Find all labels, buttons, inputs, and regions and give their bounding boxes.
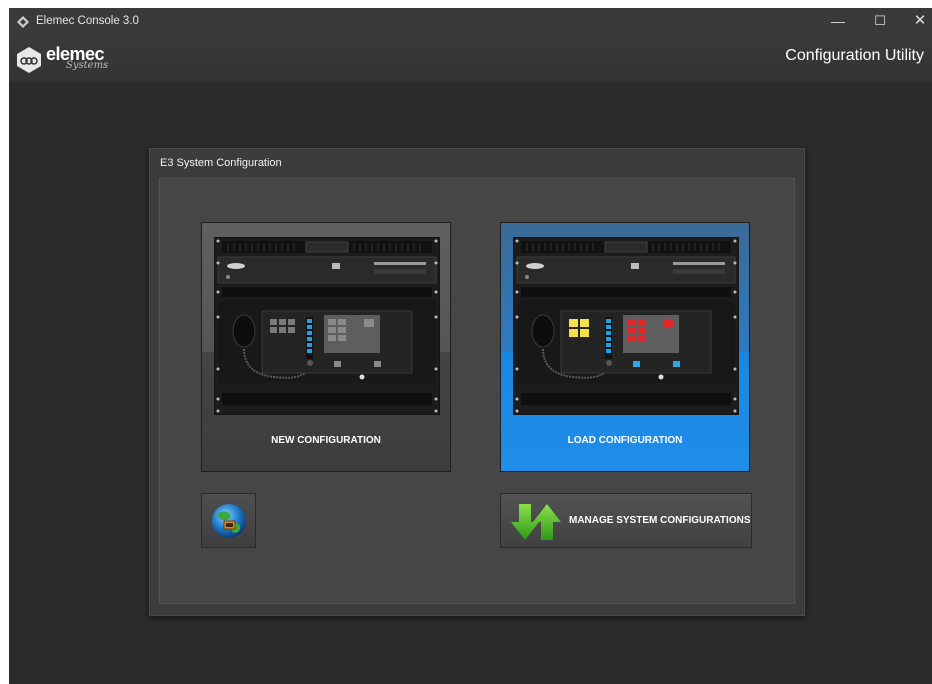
network-settings-button[interactable] [201, 493, 256, 548]
logo-badge-icon [17, 47, 41, 73]
page-title: Configuration Utility [785, 47, 924, 64]
panel-title: E3 System Configuration [160, 157, 282, 169]
new-configuration-button[interactable]: NEW CONFIGURATION [201, 222, 451, 472]
app-window: Elemec Console 3.0 — ☐ ✕ elemec Systems … [9, 8, 932, 684]
logo-subtext: Systems [66, 60, 109, 71]
system-configuration-panel: E3 System Configuration NEW CONFIGURATIO… [149, 148, 805, 616]
app-icon [17, 16, 29, 28]
main-content: E3 System Configuration NEW CONFIGURATIO… [9, 82, 932, 684]
panel-inner: NEW CONFIGURATION LOAD CONFIGURATION MAN… [159, 178, 795, 604]
maximize-button[interactable]: ☐ [859, 8, 901, 35]
load-configuration-label: LOAD CONFIGURATION [567, 435, 683, 446]
app-header: elemec Systems Configuration Utility [9, 35, 932, 82]
title-bar: Elemec Console 3.0 — ☐ ✕ [9, 8, 932, 35]
up-down-arrows-icon [511, 504, 561, 540]
minimize-button[interactable]: — [817, 8, 859, 35]
elemec-logo: elemec Systems [14, 43, 114, 77]
manage-system-configurations-label: MANAGE SYSTEM CONFIGURATIONS [569, 515, 751, 526]
rack-device-icon [214, 237, 440, 415]
close-button[interactable]: ✕ [899, 8, 932, 35]
window-title: Elemec Console 3.0 [36, 15, 139, 27]
new-configuration-label: NEW CONFIGURATION [271, 435, 381, 446]
load-configuration-button[interactable]: LOAD CONFIGURATION [500, 222, 750, 472]
manage-system-configurations-button[interactable]: MANAGE SYSTEM CONFIGURATIONS [500, 493, 752, 548]
globe-network-icon [212, 504, 246, 538]
rack-device-icon [513, 237, 739, 415]
